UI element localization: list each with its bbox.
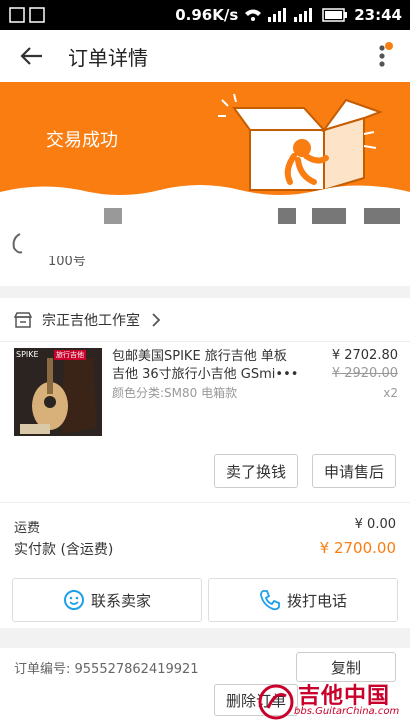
chat-smile-icon <box>63 590 84 610</box>
signal-icon-2 <box>294 8 313 22</box>
product-quantity: x2 <box>383 386 398 400</box>
status-banner: 交易成功 <box>0 82 410 202</box>
phone-icon <box>260 590 280 611</box>
watermark: 吉他中国 bbs.GuitarChina.com <box>254 676 410 728</box>
chevron-right-icon <box>152 313 161 327</box>
product-title: 包邮美国SPIKE 旅行吉他 单板 吉他 36寸旅行小吉他 GSmi••• <box>112 348 302 384</box>
paid-value: ¥ 2700.00 <box>319 539 396 557</box>
address-section: 100号 <box>0 202 410 286</box>
fee-section: 运费 ¥ 0.00 实付款 (含运费) ¥ 2700.00 <box>0 502 410 572</box>
order-item[interactable]: SPIKE 旅行吉他 包邮美国SPIKE 旅行吉他 单板 吉他 36寸旅行小吉他… <box>0 342 410 502</box>
guitar-photo <box>14 348 102 436</box>
contact-seller-button[interactable]: 联系卖家 <box>12 578 202 622</box>
shipping-value: ¥ 0.00 <box>354 517 396 532</box>
clock: 23:44 <box>354 6 402 24</box>
watermark-url: bbs.GuitarChina.com <box>294 706 400 717</box>
network-speed: 0.96K/s <box>175 6 239 24</box>
back-arrow-icon[interactable] <box>18 42 46 70</box>
location-icon <box>12 233 23 254</box>
signal-icon <box>268 8 287 22</box>
screen: 0.96K/s 23:44 订单详情 交易成功 100号 宗正吉他工作室 SPI… <box>0 0 410 728</box>
call-phone-label: 拨打电话 <box>286 591 347 610</box>
page-title: 订单详情 <box>68 46 148 70</box>
order-number: 订单编号: 955527862419921 <box>14 662 199 677</box>
redacted-phone-1 <box>278 208 296 224</box>
shop-icon <box>14 312 32 328</box>
call-phone-button[interactable]: 拨打电话 <box>208 578 398 622</box>
address-text: 100号 <box>48 256 86 268</box>
more-menu-icon[interactable] <box>374 42 394 70</box>
product-image: SPIKE 旅行吉他 <box>14 348 102 436</box>
status-bar: 0.96K/s 23:44 <box>0 0 410 30</box>
paid-label: 实付款 (含运费) <box>14 542 114 558</box>
product-title-line-1: 包邮美国SPIKE 旅行吉他 单板 <box>112 349 287 364</box>
redacted-name <box>104 208 122 224</box>
product-title-line-2: 吉他 36寸旅行小吉他 GSmi••• <box>112 367 299 382</box>
shipping-label: 运费 <box>14 521 41 536</box>
contact-seller-label: 联系卖家 <box>90 591 151 610</box>
product-price: ¥ 2702.80 <box>331 348 398 363</box>
redacted-phone-2 <box>312 208 346 224</box>
watermark-logo-icon <box>258 684 294 720</box>
status-right: 0.96K/s 23:44 <box>175 5 402 25</box>
battery-icon <box>322 8 348 22</box>
notification-icon <box>9 7 45 23</box>
image-brand-text: SPIKE <box>16 350 39 359</box>
notification-icons <box>8 6 48 24</box>
image-badge-text: 旅行吉他 <box>54 350 86 360</box>
title-bar: 订单详情 <box>0 30 410 82</box>
banner-wave <box>0 185 410 202</box>
resell-button[interactable]: 卖了换钱 <box>214 454 298 488</box>
after-sale-button[interactable]: 申请售后 <box>312 454 396 488</box>
contact-section: 联系卖家 拨打电话 <box>0 572 410 628</box>
shop-name: 宗正吉他工作室 <box>42 313 140 329</box>
product-original-price: ¥ 2920.00 <box>331 366 398 381</box>
wifi-icon <box>245 9 262 21</box>
redacted-phone-3 <box>364 208 400 224</box>
shop-row[interactable]: 宗正吉他工作室 <box>0 298 410 342</box>
order-status: 交易成功 <box>46 130 118 151</box>
product-sku: 颜色分类:SM80 电箱款 <box>112 386 238 400</box>
